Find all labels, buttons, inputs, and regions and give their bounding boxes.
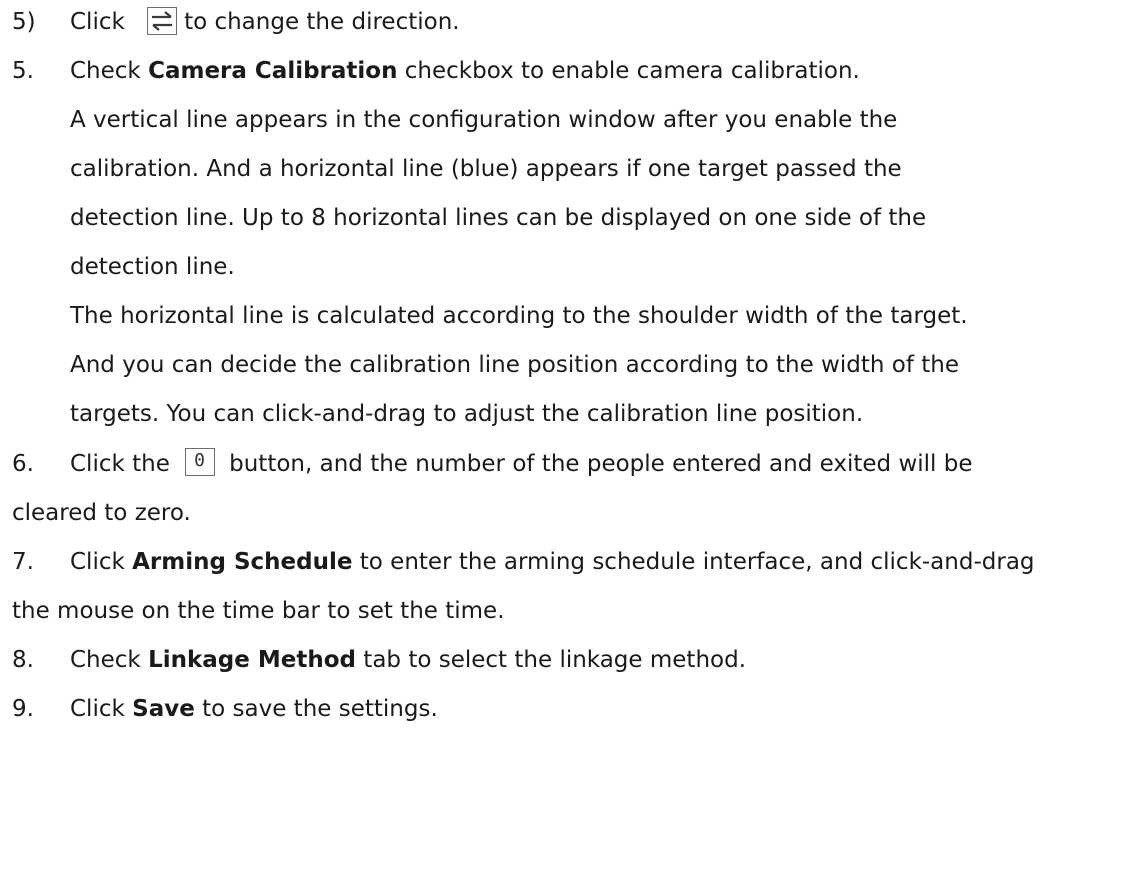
step-8-pre: Check xyxy=(70,647,149,673)
swap-direction-icon xyxy=(146,6,177,35)
step-8-number: 8. xyxy=(12,647,34,673)
step-7-continuation: the mouse on the time bar to set the tim… xyxy=(12,598,505,624)
step-5-pre: Check xyxy=(70,58,149,84)
step-8-text: Check Linkage Method tab to select the l… xyxy=(70,645,746,675)
step-8-post: tab to select the linkage method. xyxy=(356,647,747,673)
paragraph-2-line: The horizontal line is calculated accord… xyxy=(70,303,968,329)
step-5-post: checkbox to enable camera calibration. xyxy=(397,58,860,84)
paragraph-1-line: detection line. Up to 8 horizontal lines… xyxy=(70,205,927,231)
step-5-text: Check Camera Calibration checkbox to ena… xyxy=(70,56,860,86)
step-5-sub-pre: Click xyxy=(70,9,125,35)
step-6-post: button, and the number of the people ent… xyxy=(229,451,973,477)
step-9-post: to save the settings. xyxy=(194,696,438,722)
step-6-text: Click the 0 button, and the number of th… xyxy=(70,447,973,479)
step-9-number: 9. xyxy=(12,696,34,722)
paragraph-1-line: detection line. xyxy=(70,254,235,280)
step-5-sub-text: Click to change the direction. xyxy=(70,6,460,37)
step-7-bold: Arming Schedule xyxy=(132,549,353,575)
document-page: 5) Click to change the direction. 5. Che… xyxy=(0,0,1126,870)
paragraph-2-line: And you can decide the calibration line … xyxy=(70,352,959,378)
step-7-number: 7. xyxy=(12,549,34,575)
step-9-bold: Save xyxy=(132,696,195,722)
paragraph-2-line: targets. You can click-and-drag to adjus… xyxy=(70,401,864,427)
step-5-sub-post: to change the direction. xyxy=(184,9,460,35)
step-7-pre: Click xyxy=(70,549,133,575)
step-9-pre: Click xyxy=(70,696,133,722)
step-5-number: 5. xyxy=(12,58,34,84)
step-6-number: 6. xyxy=(12,451,34,477)
step-7-text: Click Arming Schedule to enter the armin… xyxy=(70,547,1035,577)
paragraph-1-line: A vertical line appears in the configura… xyxy=(70,107,898,133)
step-5-bold: Camera Calibration xyxy=(148,58,398,84)
step-8-bold: Linkage Method xyxy=(148,647,356,673)
step-6-pre: Click the xyxy=(70,451,170,477)
step-9-text: Click Save to save the settings. xyxy=(70,694,438,724)
step-5-sub-number: 5) xyxy=(12,9,36,35)
step-6-continuation: cleared to zero. xyxy=(12,500,191,526)
step-7-post: to enter the arming schedule interface, … xyxy=(352,549,1035,575)
paragraph-1-line: calibration. And a horizontal line (blue… xyxy=(70,156,902,182)
clear-zero-button: 0 xyxy=(184,447,215,476)
